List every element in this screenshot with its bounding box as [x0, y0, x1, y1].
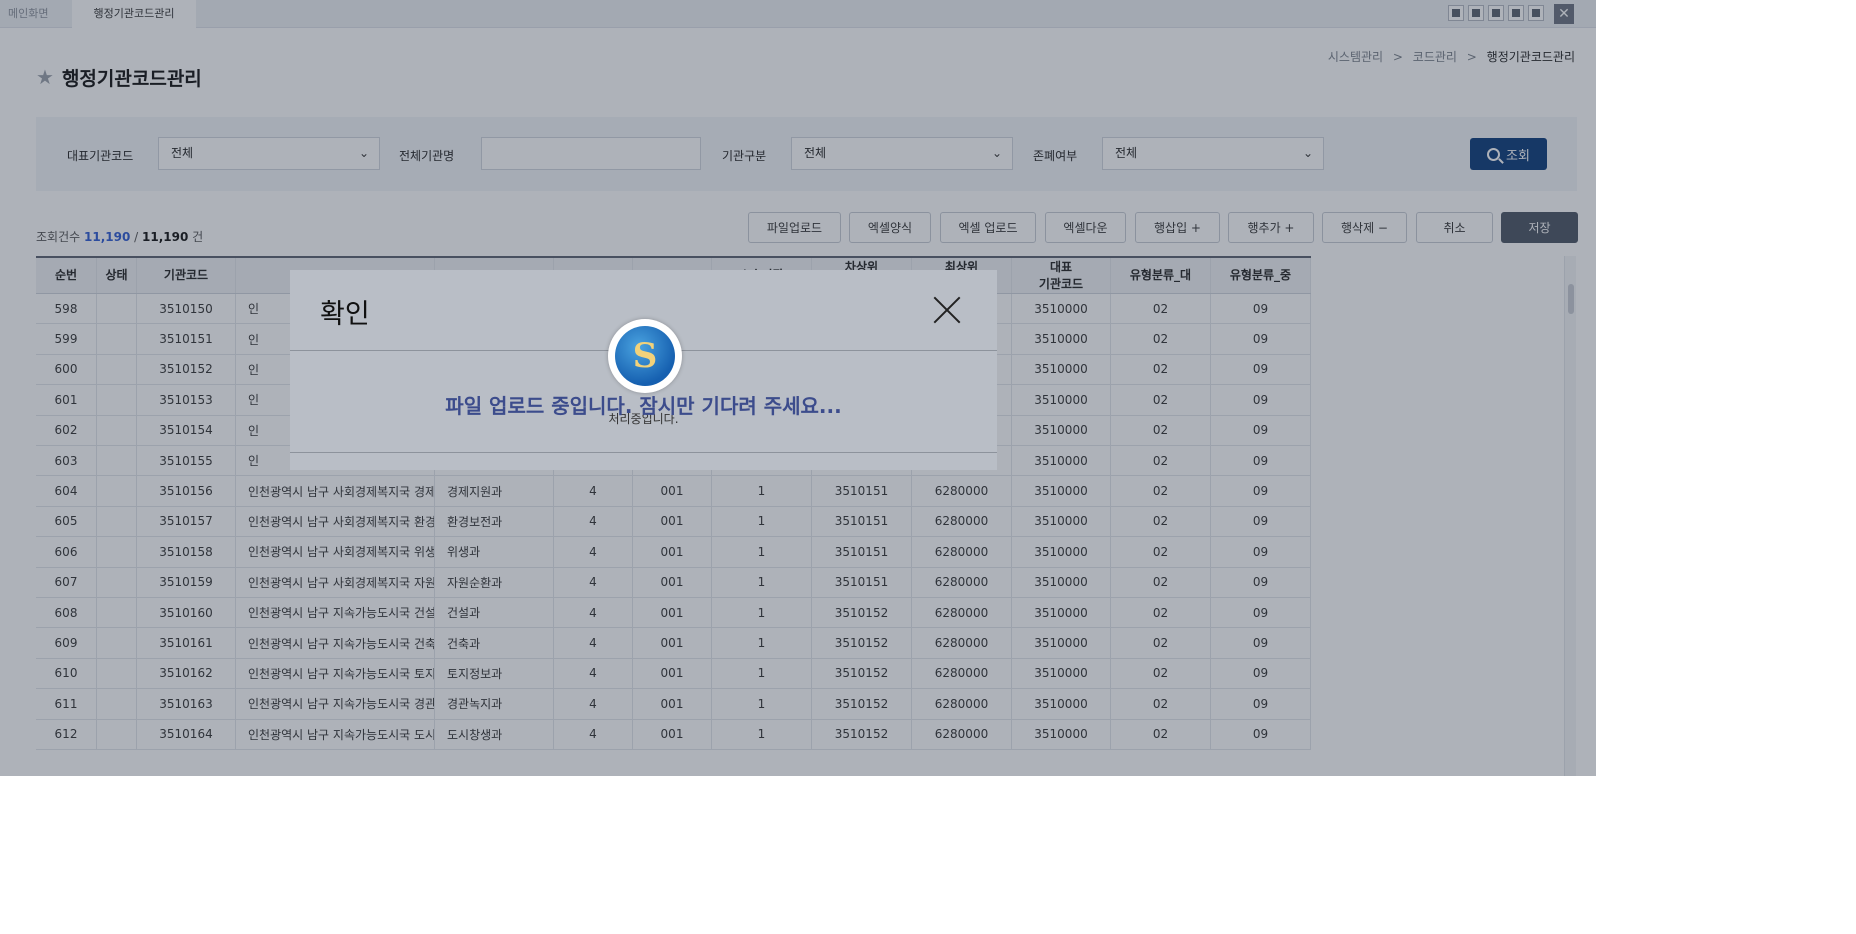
company-logo-icon: S [615, 326, 675, 386]
dialog-title: 확인 [320, 299, 370, 330]
loading-message: 파일 업로드 중입니다. 잠시만 기다려 주세요... [445, 394, 842, 418]
close-icon[interactable] [932, 295, 962, 325]
loading-spinner: S [608, 319, 682, 393]
dialog-divider [290, 452, 997, 453]
app-window: 메인화면 행정기관코드관리 ✕ 시스템관리 > 코드관리 > 행정기관코드관리 … [0, 0, 1596, 776]
logo-glyph: S [632, 336, 658, 376]
